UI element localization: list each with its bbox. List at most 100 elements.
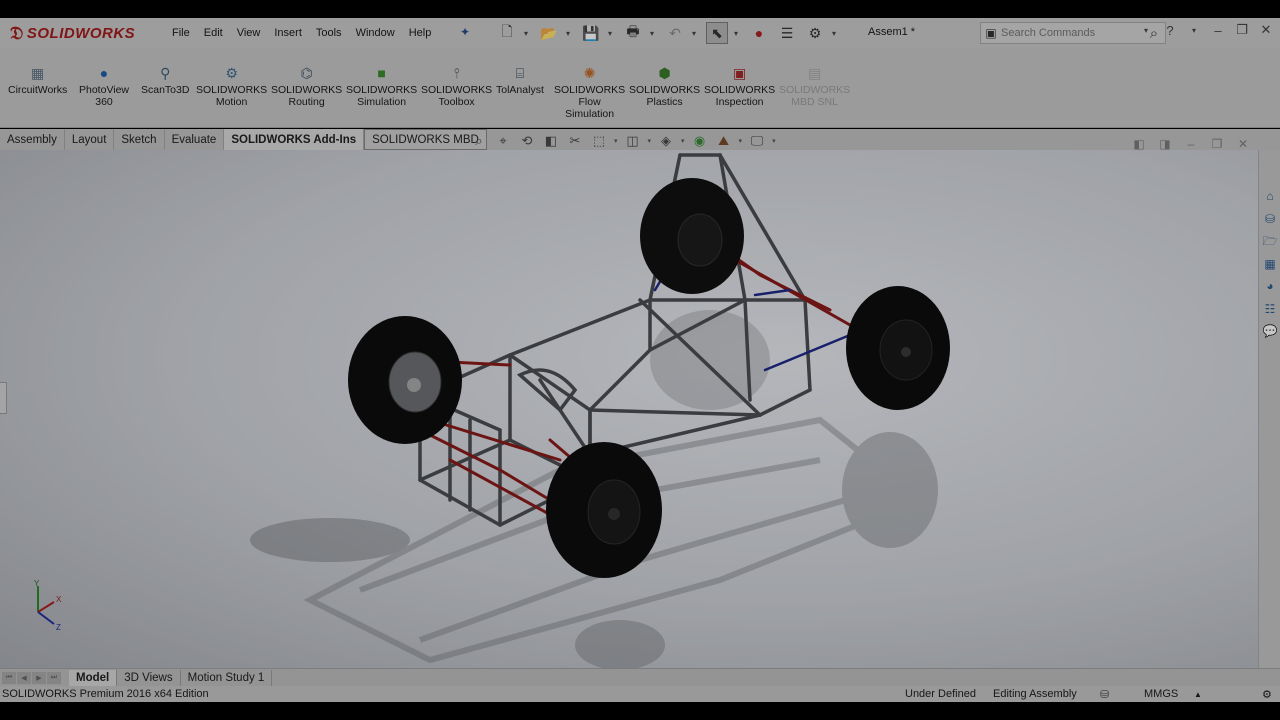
tab-3d-views[interactable]: 3D Views [117,669,181,686]
help-dropdown-icon[interactable]: ▾ [1186,26,1202,35]
menu-edit[interactable]: Edit [197,27,230,39]
restore-icon[interactable]: ❐ [1234,22,1250,38]
tab-layout[interactable]: Layout [65,129,115,150]
tab-motion-study-1[interactable]: Motion Study 1 [181,669,273,686]
photoview-360-button[interactable]: ● PhotoView 360 [79,64,129,108]
display-style-icon[interactable]: ◫ [624,133,642,149]
status-units[interactable]: MMGS [1144,688,1178,700]
zoom-to-area-icon[interactable]: ⌖ [494,133,512,149]
previous-view-icon[interactable]: ⟲ [518,133,536,149]
first-tab-icon[interactable]: ⏮ [2,671,16,684]
solidworks-routing-button[interactable]: ⌬ SOLIDWORKS Routing [271,64,342,108]
tab-model[interactable]: Model [69,669,118,686]
file-properties-icon[interactable]: ☰ [776,22,798,44]
tile-left-icon[interactable]: ◧ [1132,137,1146,151]
status-customize-icon[interactable]: ⚙ [1262,688,1272,701]
help-icon[interactable]: ? [1162,23,1178,38]
new-dropdown-icon[interactable]: ▾ [524,29,532,38]
undo-dropdown-icon[interactable]: ▾ [692,29,700,38]
design-library-icon[interactable]: ⛁ [1261,210,1279,228]
last-tab-icon[interactable]: ⏭ [47,671,61,684]
tolanalyst-button[interactable]: ⌸ TolAnalyst [496,64,544,96]
custom-properties-icon[interactable]: ☷ [1261,300,1279,318]
select-arrow-icon[interactable]: ⬉ [706,22,728,44]
doc-close-icon[interactable]: ✕ [1236,137,1250,151]
units-dropdown-icon[interactable]: ▲ [1194,690,1202,699]
solidworks-logo[interactable]: 𝔇 SOLIDWORKS [10,20,145,46]
open-icon[interactable]: 📂 [538,22,560,44]
circuitworks-icon: ▦ [31,65,45,81]
view-settings-icon[interactable]: 🖵 [748,133,766,149]
doc-restore-icon[interactable]: ❐ [1210,137,1224,151]
minimize-icon[interactable]: – [1210,23,1226,38]
save-dropdown-icon[interactable]: ▾ [608,29,616,38]
forum-icon[interactable]: 💬 [1261,322,1279,340]
scanto3d-button[interactable]: ⚲ ScanTo3D [141,64,189,96]
triad-x-label: X [56,595,62,604]
menu-tools[interactable]: Tools [309,27,349,39]
solidworks-motion-button[interactable]: ⚙ SOLIDWORKS Motion [196,64,267,108]
select-dropdown-icon[interactable]: ▾ [734,29,742,38]
menu-bar: File Edit View Insert Tools Window Help [165,18,438,48]
search-input[interactable] [1001,27,1143,39]
print-icon[interactable]: 🖶 [622,22,644,44]
tab-solidworks-add-ins[interactable]: SOLIDWORKS Add-Ins [224,129,365,150]
feature-manager-collapse-handle[interactable] [0,382,7,414]
menu-window[interactable]: Window [349,27,402,39]
options-gear-icon[interactable]: ⚙ [804,22,826,44]
display-style-dropdown-icon[interactable]: ▾ [648,137,652,145]
flow-simulation-button[interactable]: ✺ SOLIDWORKS Flow Simulation [554,64,625,120]
tab-solidworks-mbd[interactable]: SOLIDWORKS MBD [364,129,487,150]
inspection-icon: ▣ [732,65,747,81]
zoom-to-fit-icon[interactable]: ⌕ [470,133,488,149]
hide-show-dropdown-icon[interactable]: ▾ [681,137,685,145]
mbd-snl-icon: ▤ [807,65,822,81]
menu-insert[interactable]: Insert [267,27,309,39]
rebuild-icon[interactable]: ● [748,22,770,44]
circuitworks-button[interactable]: ▦ CircuitWorks [8,64,67,96]
edit-appearance-icon[interactable]: ◉ [691,133,709,149]
tab-sketch[interactable]: Sketch [114,129,165,150]
pin-menu-icon[interactable]: ✦ [460,25,470,39]
view-orientation-icon[interactable]: ⬚ [590,133,608,149]
menu-file[interactable]: File [165,27,197,39]
solidworks-plastics-button[interactable]: ⬢ SOLIDWORKS Plastics [629,64,700,108]
wheel-right [846,286,950,410]
file-explorer-icon[interactable]: 🗁 [1261,233,1279,251]
open-dropdown-icon[interactable]: ▾ [566,29,574,38]
undo-icon[interactable]: ↶ [664,22,686,44]
view-settings-dropdown-icon[interactable]: ▾ [772,137,776,145]
appearances-icon[interactable]: ◕ [1261,277,1279,295]
save-icon[interactable]: 💾 [580,22,602,44]
next-tab-icon[interactable]: ▶ [32,671,46,684]
print-dropdown-icon[interactable]: ▾ [650,29,658,38]
solidworks-toolbox-button[interactable]: ⫯ SOLIDWORKS Toolbox [421,64,492,108]
solidworks-simulation-button[interactable]: ■ SOLIDWORKS Simulation [346,64,417,108]
close-icon[interactable]: ✕ [1258,22,1274,38]
dynamic-annotation-icon[interactable]: ✂ [566,133,584,149]
home-icon[interactable]: ⌂ [1261,187,1279,205]
solidworks-inspection-button[interactable]: ▣ SOLIDWORKS Inspection [704,64,775,108]
graphics-area[interactable]: Y X Z [0,150,1258,668]
photoview-icon: ● [99,65,109,81]
plastics-icon: ⬢ [658,65,671,81]
solidworks-mbd-snl-button[interactable]: ▤ SOLIDWORKS MBD SNL [779,64,850,108]
tile-right-icon[interactable]: ◨ [1158,137,1172,151]
search-dropdown-icon[interactable]: ▾ [1138,26,1154,35]
apply-scene-dropdown-icon[interactable]: ▾ [739,137,743,145]
quick-access-toolbar: 🗋 ▾ 📂 ▾ 💾 ▾ 🖶 ▾ ↶ ▾ ⬉ ▾ ● ☰ ⚙ ▾ [496,22,840,44]
menu-help[interactable]: Help [402,27,439,39]
prev-tab-icon[interactable]: ◀ [17,671,31,684]
options-dropdown-icon[interactable]: ▾ [832,29,840,38]
doc-minimize-icon[interactable]: – [1184,137,1198,151]
section-view-icon[interactable]: ◧ [542,133,560,149]
tab-assembly[interactable]: Assembly [0,129,65,150]
view-orientation-dropdown-icon[interactable]: ▾ [614,137,618,145]
tab-evaluate[interactable]: Evaluate [165,129,225,150]
apply-scene-icon[interactable]: ⛰ [715,133,733,149]
hide-show-items-icon[interactable]: ◈ [657,133,675,149]
rebuild-status-icon[interactable]: ⛁ [1100,688,1109,701]
new-document-icon[interactable]: 🗋 [496,22,518,44]
view-palette-icon[interactable]: ▦ [1261,255,1279,273]
menu-view[interactable]: View [230,27,268,39]
